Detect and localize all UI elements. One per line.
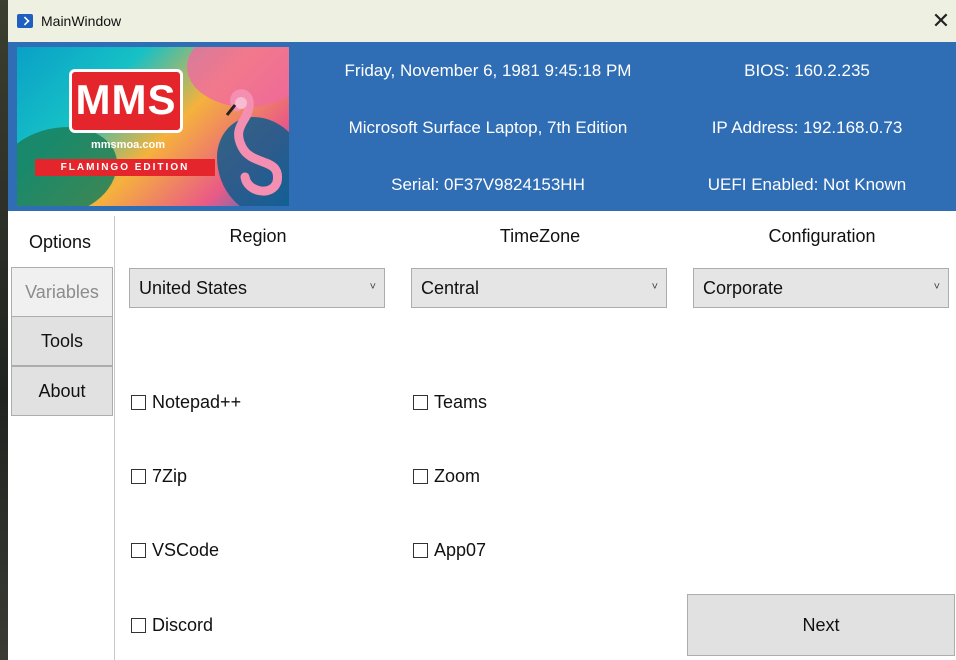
serial-text: Serial: 0F37V9824153HH (391, 175, 585, 194)
timezone-select-value: Central (421, 277, 480, 298)
checkbox-label: Notepad++ (152, 392, 242, 412)
flamingo-icon (225, 89, 282, 196)
side-nav: Options Variables Tools About (8, 216, 115, 660)
title-bar: MainWindow ✕ (8, 0, 956, 42)
checkbox-discord[interactable]: Discord (131, 615, 213, 636)
nav-item-about[interactable]: About (11, 366, 113, 416)
configuration-select-value: Corporate (703, 277, 784, 298)
timezone-select[interactable]: Central ˅ (411, 268, 667, 308)
nav-item-options[interactable]: Options (8, 218, 112, 266)
model-text: Microsoft Surface Laptop, 7th Edition (348, 118, 628, 137)
checkbox-label: App07 (434, 540, 487, 560)
timezone-label: TimeZone (499, 226, 581, 246)
checkbox-box[interactable] (131, 618, 146, 633)
chevron-down-icon: ˅ (369, 281, 376, 293)
checkbox-box[interactable] (131, 543, 146, 558)
mms-logo: MMS (69, 69, 183, 133)
chevron-down-icon: ˅ (933, 281, 940, 293)
checkbox-box[interactable] (131, 395, 146, 410)
region-select[interactable]: United States ˅ (129, 268, 385, 308)
checkbox-label: VSCode (152, 540, 220, 560)
bios-text: BIOS: 160.2.235 (744, 61, 870, 80)
mms-banner-image: MMS mmsmoa.com FLAMINGO EDITION (17, 47, 289, 206)
checkbox-7zip[interactable]: 7Zip (131, 466, 187, 487)
checkbox-box[interactable] (413, 395, 428, 410)
checkbox-notepadpp[interactable]: Notepad++ (131, 392, 241, 413)
checkbox-label: 7Zip (152, 466, 188, 486)
checkbox-box[interactable] (413, 469, 428, 484)
configuration-select[interactable]: Corporate ˅ (693, 268, 949, 308)
checkbox-box[interactable] (131, 469, 146, 484)
next-button[interactable]: Next (687, 594, 955, 656)
main-window: MainWindow ✕ MMS mmsmoa.com FLAMINGO EDI… (8, 0, 956, 660)
datetime-text: Friday, November 6, 1981 9:45:18 PM (344, 61, 632, 80)
region-label: Region (229, 226, 287, 246)
uefi-text: UEFI Enabled: Not Known (707, 175, 907, 194)
nav-item-tools[interactable]: Tools (11, 316, 113, 366)
powershell-icon (17, 14, 33, 28)
configuration-label: Configuration (768, 226, 876, 246)
checkbox-label: Teams (434, 392, 488, 412)
desktop-background-edge (0, 0, 8, 660)
region-select-value: United States (139, 277, 248, 298)
checkbox-label: Discord (152, 615, 214, 635)
nav-item-variables[interactable]: Variables (11, 267, 113, 317)
window-title: MainWindow (41, 13, 122, 29)
checkbox-app07[interactable]: App07 (413, 540, 486, 561)
checkbox-vscode[interactable]: VSCode (131, 540, 219, 561)
chevron-down-icon: ˅ (651, 281, 658, 293)
edition-ribbon: FLAMINGO EDITION (35, 159, 215, 176)
close-button[interactable]: ✕ (928, 6, 954, 36)
checkbox-zoom[interactable]: Zoom (413, 466, 480, 487)
ip-address-text: IP Address: 192.168.0.73 (711, 118, 903, 137)
checkbox-label: Zoom (434, 466, 481, 486)
checkbox-box[interactable] (413, 543, 428, 558)
logo-url-text: mmsmoa.com (91, 139, 165, 151)
checkbox-teams[interactable]: Teams (413, 392, 487, 413)
header-panel: MMS mmsmoa.com FLAMINGO EDITION Friday, … (8, 42, 956, 211)
